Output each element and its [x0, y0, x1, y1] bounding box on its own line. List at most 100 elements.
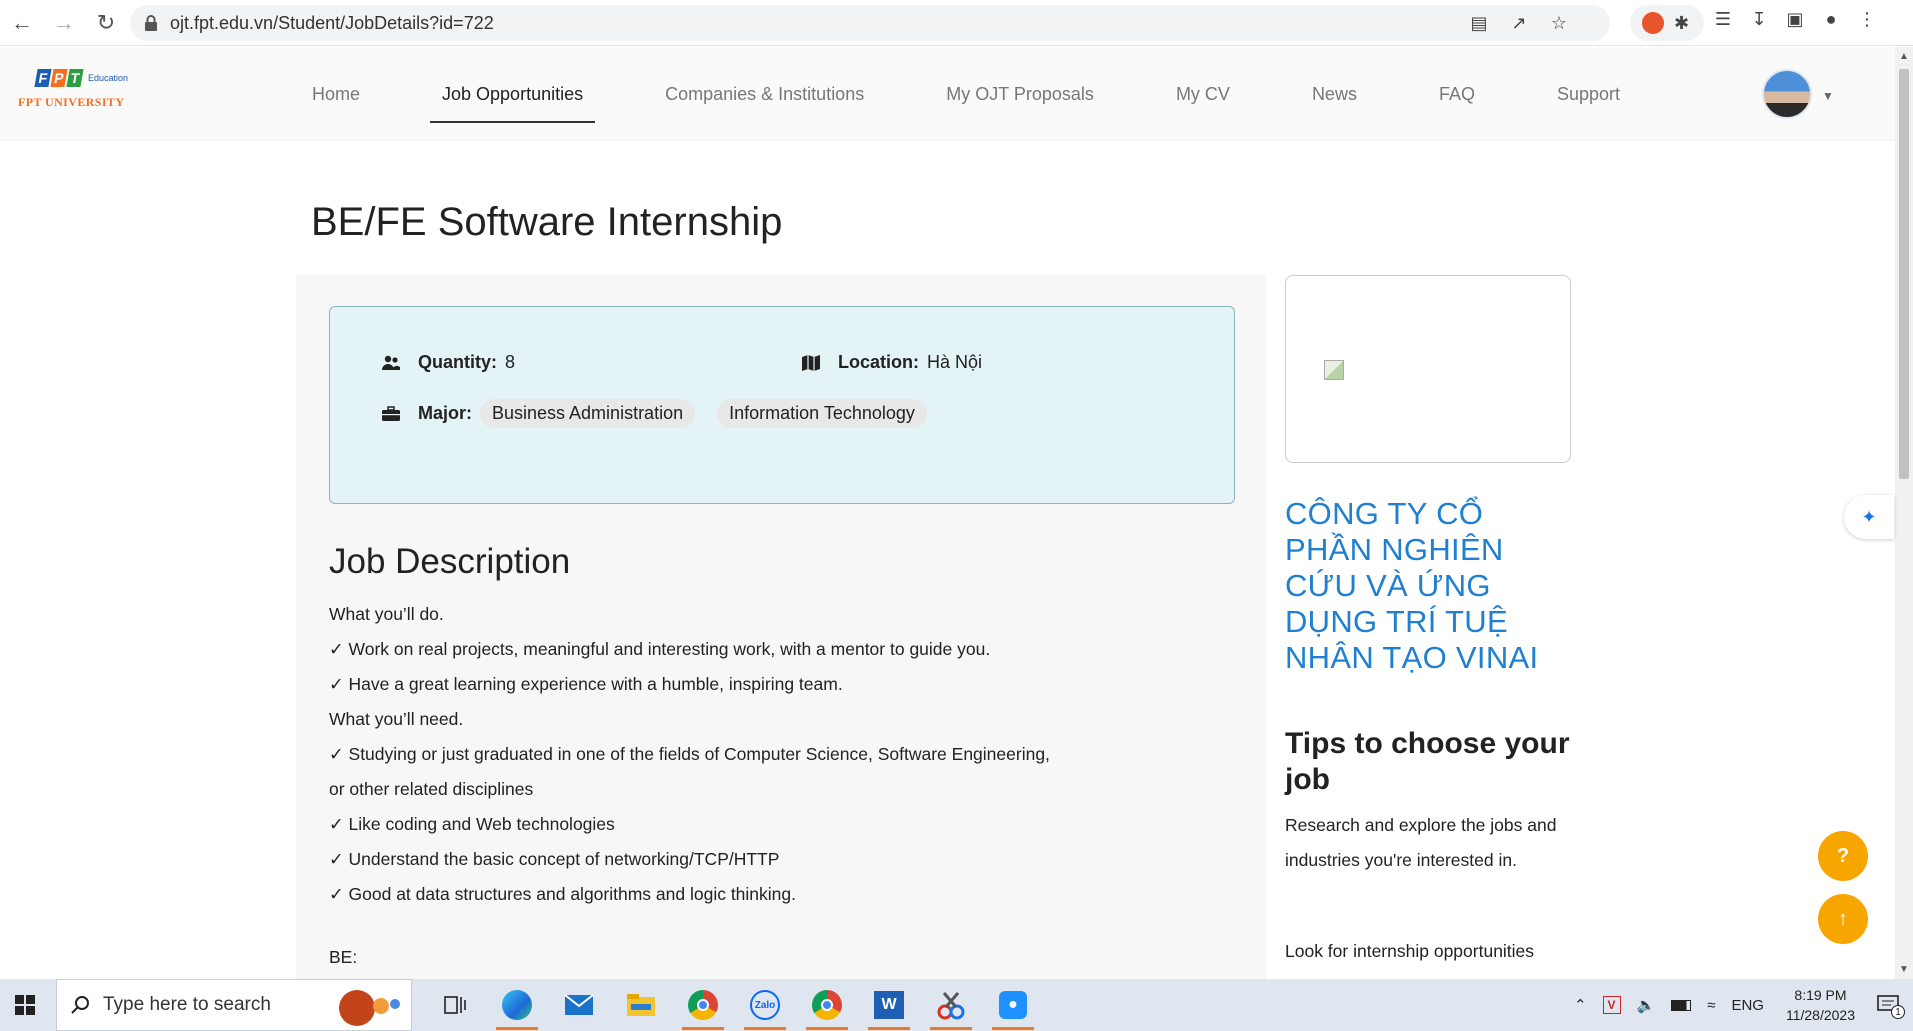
antivirus-v-icon[interactable]: V: [1602, 996, 1621, 1014]
water-drop-app-icon[interactable]: ●: [982, 979, 1044, 1031]
wifi-icon[interactable]: ≈: [1707, 997, 1715, 1014]
nav-job-opportunities[interactable]: Job Opportunities: [430, 47, 596, 141]
taskbar-apps: Zalo W ●: [424, 979, 1044, 1031]
major-label: Major:: [418, 403, 472, 423]
windows-start-icon[interactable]: [0, 979, 50, 1031]
nav-my-cv[interactable]: My CV: [1164, 47, 1242, 141]
file-explorer-icon[interactable]: [610, 979, 672, 1031]
tips-text: Research and explore the jobs and indust…: [1285, 815, 1557, 870]
search-icon: [71, 996, 89, 1014]
nav-home[interactable]: Home: [300, 47, 372, 141]
company-logo-box[interactable]: [1285, 275, 1571, 463]
forward-icon[interactable]: →: [44, 3, 84, 43]
scroll-thumb[interactable]: [1899, 69, 1909, 479]
back-icon[interactable]: ←: [2, 3, 42, 43]
edge-browser-icon[interactable]: [486, 979, 548, 1031]
fpt-university-logo[interactable]: FPT Education FPT UNIVERSITY: [18, 69, 138, 121]
quantity-label: Quantity:: [418, 352, 497, 372]
scroll-to-top-arrow-icon[interactable]: ↑: [1818, 894, 1868, 944]
be-section-label: BE:: [329, 947, 358, 967]
major-chip: Business Administration: [480, 399, 696, 428]
description-line: ✓ Good at data structures and algorithms…: [329, 884, 797, 904]
search-highlight-planets-icon: [339, 990, 400, 1026]
nav-companies-institutions[interactable]: Companies & Institutions: [653, 47, 876, 141]
nav-support[interactable]: Support: [1545, 47, 1632, 141]
clock-date: 11/28/2023: [1785, 1007, 1855, 1023]
users-icon: [380, 354, 402, 372]
main-nav: Home Job Opportunities Companies & Insti…: [300, 47, 1690, 141]
download-icon[interactable]: ↧: [1748, 8, 1770, 30]
tips-text: Look for internship opportunities: [1285, 941, 1535, 961]
notification-center-icon[interactable]: 1: [1877, 995, 1905, 1019]
notification-count-badge: 1: [1891, 1005, 1905, 1019]
scroll-up-arrow-icon[interactable]: ▲: [1899, 51, 1909, 62]
chevron-down-icon[interactable]: ▼: [1822, 89, 1834, 103]
bookmark-star-icon[interactable]: ☆: [1548, 12, 1570, 34]
description-line: What you’ll need.: [329, 709, 464, 729]
major-chip: Information Technology: [717, 399, 927, 428]
page-scrollbar[interactable]: ▲ ▼: [1895, 47, 1913, 979]
description-line: ✓ Work on real projects, meaningful and …: [329, 639, 991, 659]
location-row: Location: Hà Nội: [800, 352, 982, 373]
battery-icon[interactable]: [1671, 999, 1692, 1011]
volume-icon[interactable]: 🔈: [1637, 996, 1656, 1014]
mail-icon[interactable]: [548, 979, 610, 1031]
language-indicator[interactable]: ENG: [1731, 997, 1764, 1014]
description-line: or other related disciplines: [329, 779, 534, 799]
extensions-pill: ✱: [1630, 5, 1704, 41]
translate-icon[interactable]: ▤: [1468, 12, 1490, 34]
location-label: Location:: [838, 352, 919, 372]
job-info-card: Quantity: 8 Location: Hà Nội Major: Busi…: [329, 306, 1235, 504]
side-panel-icon[interactable]: ▣: [1784, 8, 1806, 30]
reload-icon[interactable]: ↻: [86, 3, 126, 43]
chrome-icon[interactable]: [672, 979, 734, 1031]
lock-icon: [145, 15, 157, 31]
taskbar-search[interactable]: [56, 979, 412, 1031]
share-icon[interactable]: ↗: [1508, 12, 1530, 34]
nav-faq[interactable]: FAQ: [1427, 47, 1487, 141]
water-drop-widget-icon[interactable]: ✦: [1844, 495, 1894, 539]
broken-image-icon: [1324, 360, 1344, 380]
job-description-title: Job Description: [329, 542, 571, 581]
description-line: ✓ Understand the basic concept of networ…: [329, 849, 780, 869]
description-line: What you’ll do.: [329, 604, 444, 624]
scroll-down-arrow-icon[interactable]: ▼: [1899, 964, 1909, 975]
nav-my-ojt-proposals[interactable]: My OJT Proposals: [934, 47, 1106, 141]
major-row: Major: Business Administration Informati…: [380, 399, 949, 428]
company-name-link[interactable]: CÔNG TY CỔ PHẦN NGHIÊN CỨU VÀ ỨNG DỤNG T…: [1285, 496, 1575, 676]
taskbar-search-input[interactable]: [103, 994, 323, 1016]
clock-time: 8:19 PM: [1794, 987, 1847, 1003]
user-avatar[interactable]: [1762, 69, 1812, 119]
zalo-icon[interactable]: Zalo: [734, 979, 796, 1031]
site-header: FPT Education FPT UNIVERSITY Home Job Op…: [0, 47, 1895, 141]
nav-news[interactable]: News: [1300, 47, 1369, 141]
extension-c-icon[interactable]: [1641, 12, 1664, 34]
chevron-up-icon[interactable]: ⌃: [1574, 996, 1587, 1014]
word-icon[interactable]: W: [858, 979, 920, 1031]
map-icon: [800, 354, 822, 372]
help-question-icon[interactable]: ?: [1818, 831, 1868, 881]
browser-toolbar: ← → ↻ ojt.fpt.edu.vn/Student/JobDetails?…: [0, 0, 1913, 46]
menu-kebab-icon[interactable]: ⋮: [1856, 8, 1878, 30]
system-clock[interactable]: 8:19 PM 11/28/2023: [1786, 985, 1855, 1025]
job-title: BE/FE Software Internship: [311, 200, 783, 244]
snipping-tool-icon[interactable]: [920, 979, 982, 1031]
job-description: What you’ll do. ✓ Work on real projects,…: [329, 597, 1229, 912]
description-line: ✓ Studying or just graduated in one of t…: [329, 744, 1050, 764]
description-line: ✓ Have a great learning experience with …: [329, 674, 843, 694]
address-bar[interactable]: ojt.fpt.edu.vn/Student/JobDetails?id=722…: [130, 5, 1610, 41]
puzzle-extensions-icon[interactable]: ✱: [1671, 12, 1693, 34]
briefcase-icon: [380, 405, 402, 423]
profile-icon[interactable]: ●: [1820, 8, 1842, 30]
chrome-profile-icon[interactable]: [796, 979, 858, 1031]
url-text: ojt.fpt.edu.vn/Student/JobDetails?id=722: [170, 12, 494, 33]
description-line: ✓ Like coding and Web technologies: [329, 814, 615, 834]
task-view-icon[interactable]: [424, 979, 486, 1031]
quantity-value: 8: [505, 352, 516, 372]
tips-title: Tips to choose your job: [1285, 727, 1570, 796]
location-value: Hà Nội: [927, 352, 983, 372]
system-tray: ⌃ V 🔈 ≈ ENG 8:19 PM 11/28/2023 1: [1566, 979, 1913, 1031]
windows-taskbar: Zalo W ● ⌃ V 🔈 ≈ ENG 8:19 PM 11/28/2023 …: [0, 979, 1913, 1031]
reading-list-icon[interactable]: ☰: [1712, 8, 1734, 30]
quantity-row: Quantity: 8: [380, 352, 515, 373]
